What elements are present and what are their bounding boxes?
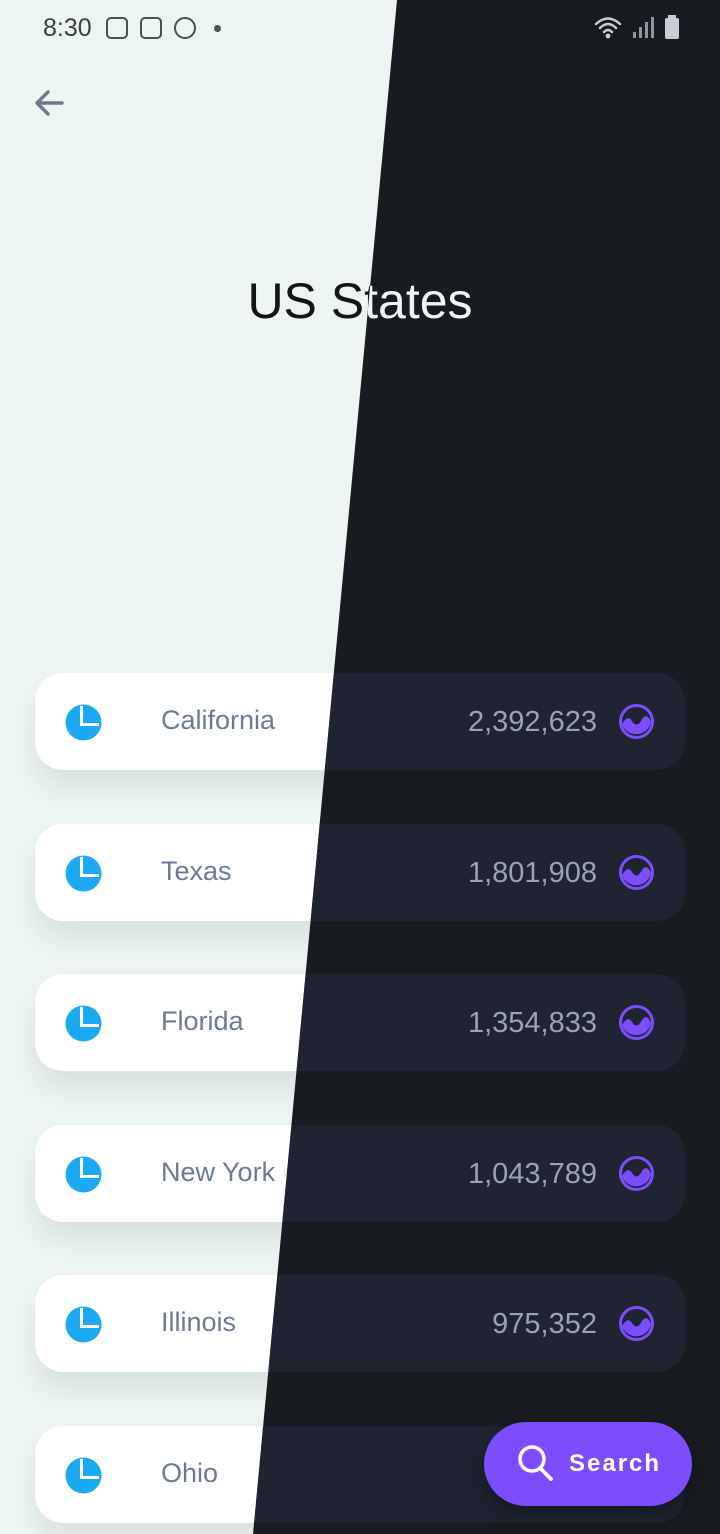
instagram-notification-icon <box>140 17 162 39</box>
state-name: Texas <box>161 856 232 886</box>
system-status-icons <box>594 14 680 40</box>
area-chart-icon <box>619 704 654 739</box>
wifi-icon <box>594 17 622 39</box>
area-chart-icon <box>619 1156 654 1191</box>
area-chart-icon <box>619 1306 654 1341</box>
image-notification-icon <box>106 17 128 39</box>
pie-chart-icon <box>65 704 102 741</box>
signal-icon <box>633 17 654 38</box>
more-notifications-dot <box>214 24 221 32</box>
state-name: California <box>161 705 276 735</box>
state-value: 1,801,908 <box>467 857 597 889</box>
notification-icons <box>106 17 221 39</box>
pie-chart-icon <box>65 1457 102 1494</box>
state-value: 1,354,833 <box>467 1007 597 1039</box>
status-time: 8:30 <box>43 14 92 42</box>
pie-chart-icon <box>65 1156 102 1193</box>
pie-chart-icon <box>65 1005 102 1042</box>
battery-icon <box>665 15 679 39</box>
area-chart-icon <box>619 855 654 890</box>
area-chart-icon <box>619 1005 654 1040</box>
state-name: Illinois <box>161 1307 237 1337</box>
search-icon <box>518 1445 553 1481</box>
back-arrow-icon[interactable] <box>30 84 68 122</box>
pie-chart-icon <box>65 855 102 892</box>
search-button-label: Search <box>569 1450 662 1477</box>
state-name: Ohio <box>161 1458 219 1488</box>
state-value: 1,043,789 <box>467 1158 597 1190</box>
app-notification-icon <box>174 17 196 39</box>
state-value: 2,392,623 <box>467 706 597 738</box>
state-value: 975,352 <box>492 1308 597 1340</box>
state-name: Florida <box>161 1006 244 1036</box>
search-button[interactable]: Search <box>484 1422 692 1506</box>
pie-chart-icon <box>65 1306 102 1343</box>
state-name: New York <box>161 1157 276 1187</box>
